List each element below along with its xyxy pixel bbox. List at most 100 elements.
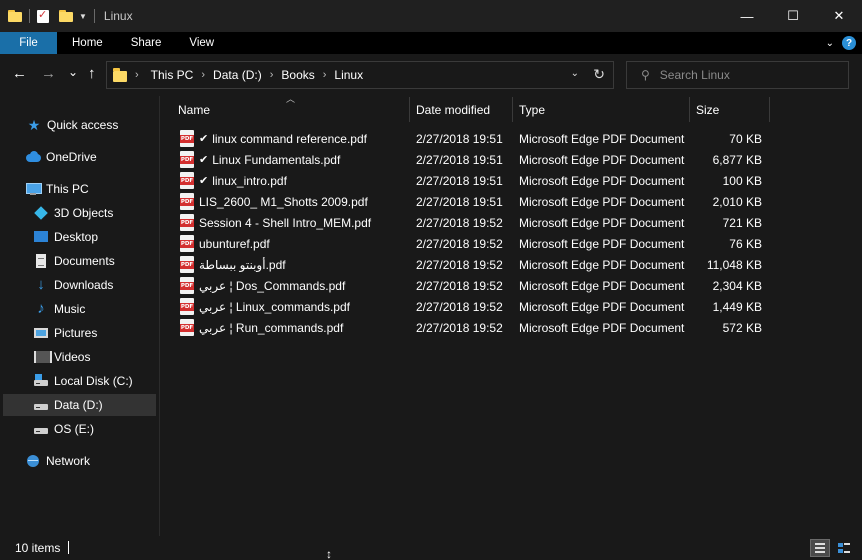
file-date: 2/27/2018 19:51 <box>416 173 503 188</box>
search-icon: ⚲ <box>641 68 650 82</box>
sidebar-item-videos[interactable]: Videos <box>33 346 156 368</box>
sidebar-item-network[interactable]: Network <box>25 450 156 472</box>
pdf-file-icon <box>180 235 194 252</box>
file-size: 70 KB <box>729 131 762 146</box>
customize-toolbar-icon[interactable]: ▼ <box>79 12 87 21</box>
file-row[interactable]: ubunturef.pdf 2/27/2018 19:52 Microsoft Ed… <box>176 233 771 254</box>
file-row[interactable]: عربي ¦ Dos_Commands.pdf 2/27/2018 19:52 Mi… <box>176 275 771 296</box>
details-view-button[interactable] <box>810 539 830 557</box>
search-box[interactable]: ⚲ <box>626 61 849 89</box>
file-type: Microsoft Edge PDF Document <box>519 278 685 293</box>
sidebar-item-quick-access[interactable]: ★ Quick access <box>26 114 156 136</box>
breadcrumb-separator-icon[interactable]: › <box>135 69 139 81</box>
tab-view[interactable]: View <box>175 32 228 54</box>
view-switcher <box>810 539 854 557</box>
sidebar-item-documents[interactable]: Documents <box>33 250 156 272</box>
file-row[interactable]: Session 4 - Shell Intro_MEM.pdf 2/27/2018… <box>176 212 771 233</box>
sidebar-item-label: Music <box>54 302 86 316</box>
column-divider[interactable] <box>769 97 770 122</box>
file-name: LIS_2600_ M1_Shotts 2009.pdf <box>199 194 368 209</box>
back-button[interactable]: ← <box>12 66 27 82</box>
file-row[interactable]: ✔linux_intro.pdf 2/27/2018 19:51 Microsoft… <box>176 170 771 191</box>
help-icon[interactable]: ? <box>842 36 856 50</box>
network-icon <box>25 453 41 469</box>
sidebar-item-label: Documents <box>54 254 115 268</box>
breadcrumb-separator-icon[interactable]: › <box>201 69 205 81</box>
recent-locations-button[interactable]: ⌄ <box>68 64 78 80</box>
sidebar-item-pictures[interactable]: Pictures <box>33 322 156 344</box>
column-divider[interactable] <box>409 97 410 122</box>
synced-check-icon: ✔ <box>199 154 209 166</box>
sidebar-item-onedrive[interactable]: OneDrive <box>25 146 156 168</box>
sidebar-item-3d-objects[interactable]: 3D Objects <box>33 202 156 224</box>
videos-icon <box>33 349 52 365</box>
refresh-button[interactable]: ↻ <box>593 66 605 83</box>
sidebar-item-os-e[interactable]: OS (E:) <box>33 418 156 440</box>
sidebar-item-downloads[interactable]: ↓ Downloads <box>33 274 156 296</box>
cube-icon <box>33 205 49 221</box>
file-row[interactable]: عربي ¦ Run_commands.pdf 2/27/2018 19:52 Mi… <box>176 317 771 338</box>
toolbar-divider <box>93 9 95 23</box>
file-name: Linux Fundamentals.pdf <box>212 152 341 167</box>
forward-button[interactable]: → <box>41 66 56 82</box>
column-divider[interactable] <box>512 97 513 122</box>
address-bar[interactable]: › This PC › Data (D:) › Books › Linux ⌄ … <box>106 61 614 89</box>
address-history-dropdown-icon[interactable]: ⌄ <box>571 68 579 79</box>
file-row[interactable]: عربي ¦ Linux_commands.pdf 2/27/2018 19:52… <box>176 296 771 317</box>
sidebar-item-music[interactable]: ♪ Music <box>33 298 156 320</box>
large-icons-view-button[interactable] <box>834 539 854 557</box>
file-row[interactable]: ✔linux command reference.pdf 2/27/2018 19… <box>176 128 771 149</box>
pdf-file-icon <box>180 214 194 231</box>
tab-share[interactable]: Share <box>117 32 176 54</box>
file-name: Session 4 - Shell Intro_MEM.pdf <box>199 215 372 230</box>
sidebar-item-local-disk-c[interactable]: Local Disk (C:) <box>33 370 156 392</box>
file-row[interactable]: أوبنتو ببساطة.pdf 2/27/2018 19:52 Microsof… <box>176 254 771 275</box>
up-button[interactable]: ↑ <box>88 66 96 82</box>
pdf-file-icon <box>180 151 194 168</box>
column-header-date[interactable]: Date modified <box>416 97 511 122</box>
column-header-name[interactable]: Name <box>178 97 408 122</box>
column-divider[interactable] <box>689 97 690 122</box>
file-date: 2/27/2018 19:52 <box>416 299 503 314</box>
pdf-file-icon <box>180 130 194 147</box>
file-size: 6,877 KB <box>712 152 762 167</box>
new-folder-icon[interactable] <box>59 10 73 22</box>
synced-check-icon: ✔ <box>199 175 209 187</box>
sidebar-item-this-pc[interactable]: This PC <box>25 178 156 200</box>
breadcrumb-separator-icon[interactable]: › <box>270 69 274 81</box>
breadcrumb-separator-icon[interactable]: › <box>323 69 327 81</box>
breadcrumb-this-pc[interactable]: This PC <box>151 68 194 82</box>
minimize-button[interactable]: — <box>724 0 770 32</box>
column-header-size[interactable]: Size <box>696 97 766 122</box>
maximize-button[interactable]: ☐ <box>770 0 816 32</box>
drive-icon <box>33 397 49 413</box>
sidebar-item-label: Pictures <box>54 326 98 340</box>
file-name: عربي ¦ Run_commands.pdf <box>199 320 344 335</box>
pane-divider[interactable] <box>159 96 160 536</box>
file-name-cell: ✔ linux_intro.pdf <box>199 170 287 191</box>
properties-icon[interactable] <box>37 8 49 23</box>
sidebar-item-label: Local Disk (C:) <box>54 374 133 388</box>
computer-icon <box>25 181 42 197</box>
file-size: 721 KB <box>722 215 762 230</box>
file-name: linux_intro.pdf <box>212 173 287 188</box>
sidebar-item-data-d[interactable]: Data (D:) <box>3 394 156 416</box>
tab-file[interactable]: File <box>0 32 57 54</box>
breadcrumb-books[interactable]: Books <box>281 68 314 82</box>
expand-ribbon-icon[interactable]: ⌄ <box>826 38 834 49</box>
file-name-cell: عربي ¦ Linux_commands.pdf <box>199 296 350 317</box>
breadcrumb-data-drive[interactable]: Data (D:) <box>213 68 262 82</box>
item-count: 10 items <box>15 541 61 555</box>
breadcrumb-linux[interactable]: Linux <box>334 68 363 82</box>
file-date: 2/27/2018 19:51 <box>416 152 503 167</box>
file-row[interactable]: LIS_2600_ M1_Shotts 2009.pdf 2/27/2018 19… <box>176 191 771 212</box>
close-button[interactable]: ✕ <box>816 0 862 32</box>
tab-home[interactable]: Home <box>57 32 117 54</box>
sidebar-item-desktop[interactable]: Desktop <box>33 226 156 248</box>
status-bar: 10 items <box>0 536 862 560</box>
drive-icon <box>33 373 49 389</box>
file-row[interactable]: ✔Linux Fundamentals.pdf 2/27/2018 19:51 Mi… <box>176 149 771 170</box>
column-header-type[interactable]: Type <box>519 97 687 122</box>
file-name-cell: أوبنتو ببساطة.pdf <box>199 254 286 275</box>
search-input[interactable] <box>659 68 840 82</box>
